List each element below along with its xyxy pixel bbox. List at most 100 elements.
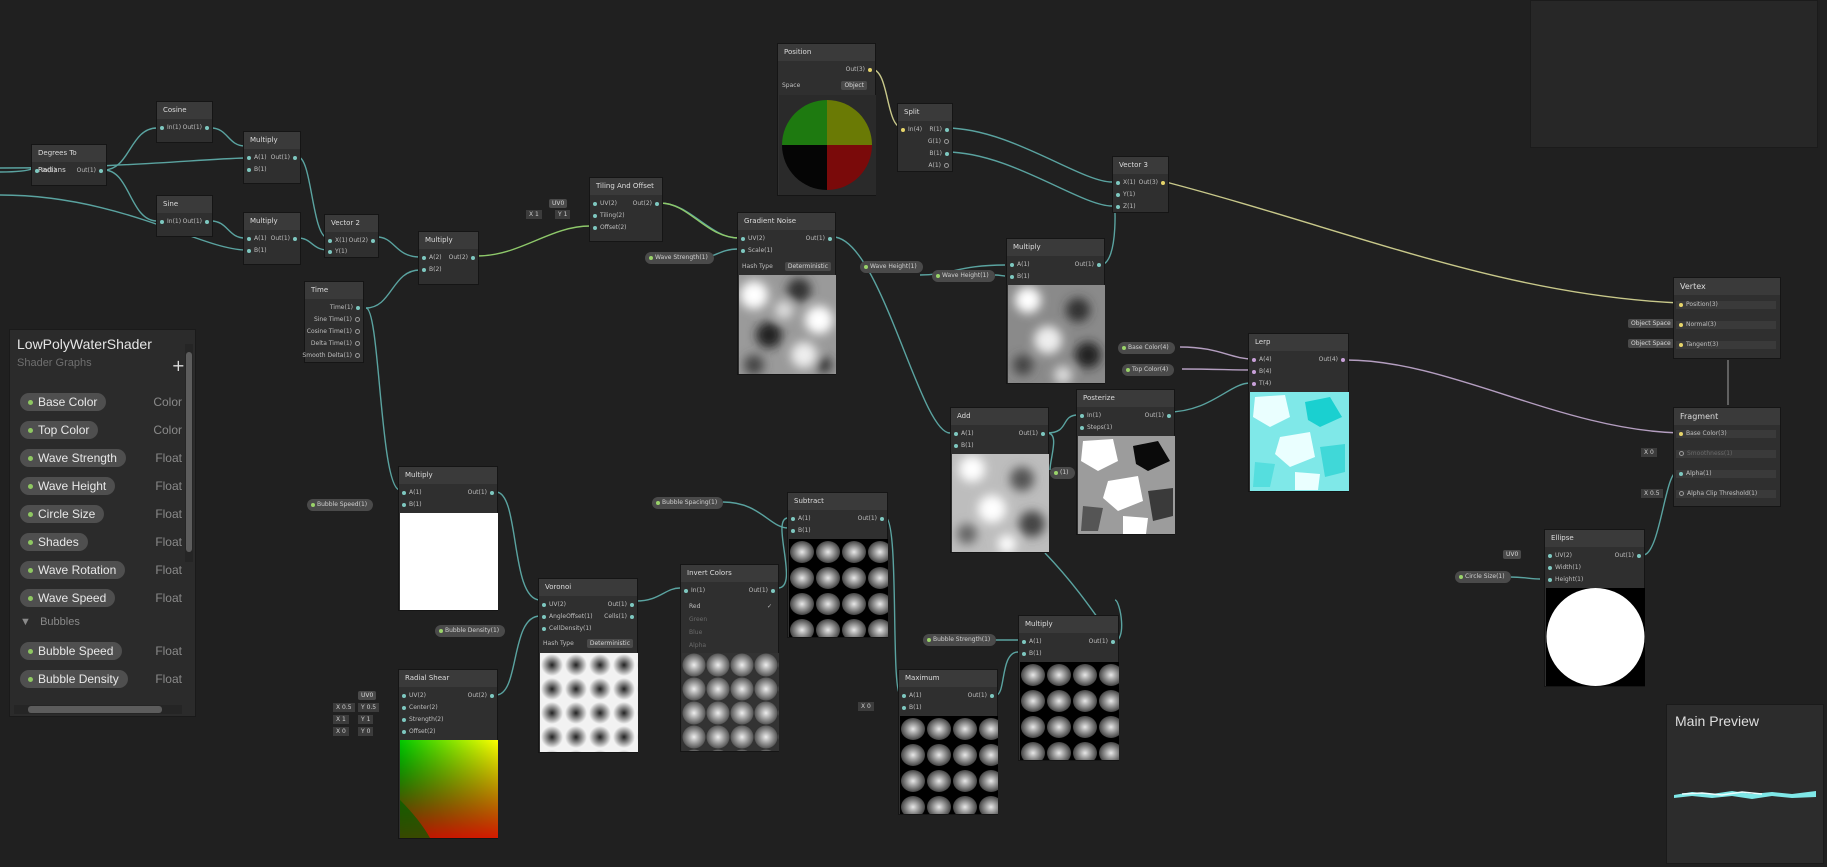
category-bubbles[interactable]: ▼ Bubbles (20, 616, 80, 628)
property-chip[interactable]: Circle Size (20, 505, 105, 523)
property-chip[interactable]: Base Color (20, 393, 107, 411)
hash-type-dropdown[interactable]: Deterministic (586, 639, 633, 648)
wave-height-pill[interactable]: Wave Height(1) (932, 270, 995, 282)
node-vector2[interactable]: Vector 2 X(1) Y(1) Out(2) (324, 214, 379, 258)
tangent-space-dropdown[interactable]: Object Space (1628, 339, 1674, 348)
channel-red[interactable]: Red (689, 603, 700, 611)
port-angle[interactable]: AngleOffset(1) (539, 613, 593, 621)
port-cells[interactable]: Cells(1) (604, 613, 637, 621)
port-b[interactable]: B(1) (1019, 650, 1042, 658)
scrollbar-thumb[interactable] (28, 706, 162, 713)
port-a[interactable]: A(1) (899, 692, 922, 700)
node-time[interactable]: Time Time(1) Sine Time(1) Cosine Time(1)… (302, 281, 364, 363)
port-in[interactable]: In(1) (681, 587, 705, 595)
node-ellipse[interactable]: Ellipse UV(2) Width(1) Height(1) Out(1) (1544, 529, 1645, 687)
port-b[interactable]: B(1) (399, 501, 422, 509)
bubble-density-pill[interactable]: Bubble Density(1) (435, 625, 506, 637)
node-multiply[interactable]: Multiply A(1) B(1) Out(1) (1018, 615, 1119, 761)
port-density[interactable]: CellDensity(1) (539, 625, 592, 633)
property-item[interactable]: Wave Strength Float (20, 449, 187, 469)
port-offset[interactable]: Offset(2) (399, 728, 436, 736)
port-out[interactable]: Out(2) (449, 254, 478, 262)
port-out[interactable]: Out(1) (749, 587, 778, 595)
port-b[interactable]: B(1) (1007, 273, 1030, 281)
node-sine[interactable]: Sine In(1) Out(1) (156, 195, 213, 237)
port-steps[interactable]: Steps(1) (1077, 424, 1112, 432)
port-a[interactable]: A(1) (788, 515, 811, 523)
property-item[interactable]: Top Color Color (20, 421, 187, 441)
port-b[interactable]: B(1) (788, 527, 811, 535)
tiling-y-field[interactable]: Y 1 (555, 210, 571, 219)
port-out[interactable]: Out(1) (1089, 638, 1118, 646)
port-uv[interactable]: UV(2) (1545, 552, 1572, 560)
port-out[interactable]: Out(1) (271, 154, 300, 162)
node-voronoi[interactable]: Voronoi UV(2) AngleOffset(1) CellDensity… (538, 578, 638, 753)
port-x[interactable]: X(1) (1113, 179, 1136, 187)
channel-blue[interactable]: Blue (689, 629, 702, 637)
property-item[interactable]: Circle Size Float (20, 505, 187, 525)
wave-height-pill[interactable]: Wave Height(1) (860, 261, 923, 273)
port-out[interactable]: Time(1) (330, 304, 363, 312)
port-width[interactable]: Width(1) (1545, 564, 1581, 572)
node-lerp[interactable]: Lerp A(4) B(4) T(4) Out(4) (1248, 333, 1349, 492)
center-y-field[interactable]: Y 0.5 (358, 703, 380, 712)
property-item[interactable]: Wave Height Float (20, 477, 187, 497)
property-item[interactable]: Wave Rotation Float (20, 561, 187, 581)
bubble-spacing-pill[interactable]: Bubble Spacing(1) (652, 497, 724, 509)
port-x[interactable]: X(1) (325, 237, 348, 245)
port-b[interactable]: B(4) (1249, 368, 1272, 376)
port-in[interactable]: In(1) (1077, 412, 1101, 420)
center-x-field[interactable]: X 0.5 (333, 703, 355, 712)
port-out[interactable]: Cosine Time(1) (307, 328, 363, 336)
uv-dropdown[interactable]: UV0 (549, 199, 568, 208)
triangle-down-icon[interactable]: ▼ (20, 616, 31, 628)
port-out[interactable]: Out(1) (1145, 412, 1174, 420)
channel-alpha[interactable]: Alpha (689, 642, 706, 650)
red-checkbox[interactable]: ✓ (767, 603, 772, 611)
port-tangent[interactable]: Tangent(3) (1676, 341, 1776, 349)
node-multiply[interactable]: Multiply A(1) B(1) Out(1) (398, 466, 498, 611)
port-uv[interactable]: UV(2) (738, 235, 765, 243)
port-a[interactable]: A(1) (951, 430, 974, 438)
port-out[interactable]: Out(1) (183, 218, 212, 226)
wave-strength-pill[interactable]: Wave Strength(1) (645, 252, 714, 264)
vertical-scrollbar[interactable] (185, 344, 193, 562)
port-out[interactable]: Out(1) (1075, 261, 1104, 269)
scrollbar-thumb[interactable] (186, 352, 192, 552)
property-item[interactable]: Bubble Density Float (20, 670, 187, 690)
maximum-b-field[interactable]: X 0 (858, 702, 874, 711)
node-vector3[interactable]: Vector 3 X(1) Y(1) Z(1) Out(3) (1112, 156, 1169, 213)
shades-pill[interactable]: (1) (1050, 467, 1075, 479)
alpha-clip-field[interactable]: X 0.5 (1641, 489, 1663, 498)
property-chip[interactable]: Wave Strength (20, 449, 126, 467)
node-vertex[interactable]: Vertex Position(3) Normal(3) Tangent(3) (1673, 277, 1781, 359)
port-b[interactable]: B(1) (899, 704, 922, 712)
circle-size-pill[interactable]: Circle Size(1) (1455, 571, 1511, 583)
node-radial-shear[interactable]: Radial Shear UV(2) Center(2) Strength(2)… (398, 669, 498, 839)
node-multiply[interactable]: Multiply A(1) B(1) Out(1) (243, 212, 301, 265)
property-item[interactable]: Shades Float (20, 533, 187, 553)
port-b[interactable]: B(1) (244, 166, 267, 174)
node-posterize[interactable]: Posterize In(1) Steps(1) Out(1) (1076, 389, 1175, 535)
port-uv[interactable]: UV(2) (399, 692, 426, 700)
port-in[interactable]: In(1) (157, 218, 181, 226)
strength-x-field[interactable]: X 1 (333, 715, 349, 724)
smoothness-field[interactable]: X 0 (1641, 448, 1657, 457)
add-property-button[interactable]: + (172, 356, 185, 375)
property-chip[interactable]: Wave Rotation (20, 561, 126, 579)
node-add[interactable]: Add A(1) B(1) Out(1) (950, 407, 1049, 553)
port-y[interactable]: Y(1) (325, 248, 347, 256)
port-uv[interactable]: UV(2) (539, 601, 566, 609)
node-fragment[interactable]: Fragment Base Color(3) Smoothness(1) Alp… (1673, 407, 1781, 507)
port-height[interactable]: Height(1) (1545, 576, 1583, 584)
port-out[interactable]: Out(1) (608, 601, 637, 609)
port-out[interactable]: Out(1) (468, 489, 497, 497)
property-chip[interactable]: Wave Speed (20, 589, 116, 607)
uv-dropdown[interactable]: UV0 (1503, 550, 1522, 559)
port-out[interactable]: Out(1) (183, 124, 212, 132)
base-color-pill[interactable]: Base Color(4) (1118, 342, 1175, 354)
port-out[interactable]: Out(1) (271, 235, 300, 243)
uv-dropdown[interactable]: UV0 (358, 691, 377, 700)
port-out[interactable]: Out(3) (846, 66, 875, 74)
port-out[interactable]: Out(4) (1319, 356, 1348, 364)
